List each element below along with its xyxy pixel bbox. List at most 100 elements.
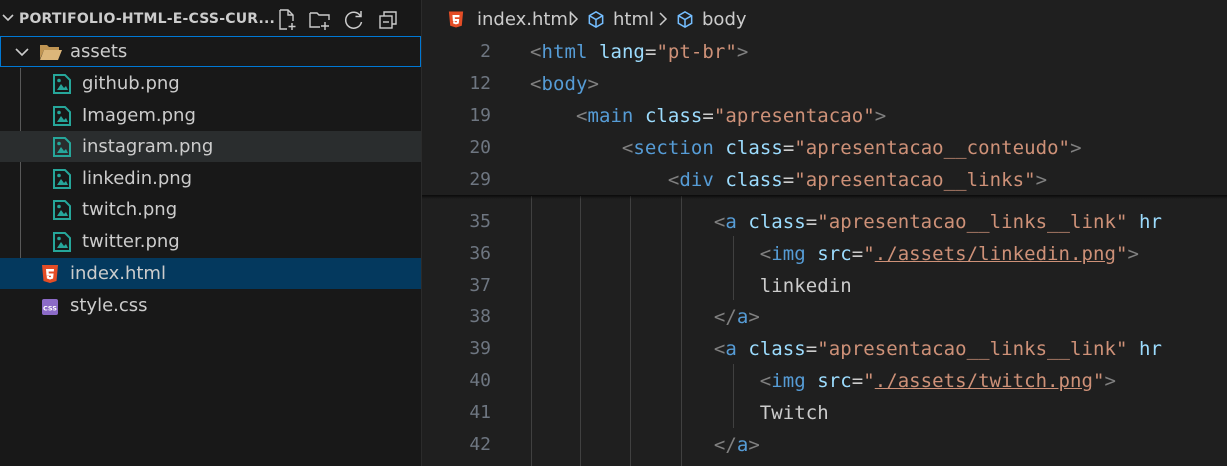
code-line[interactable]: 41 Twitch bbox=[422, 397, 1227, 429]
code-string: "apresentacao__links__link" bbox=[817, 338, 1128, 361]
code-attribute: src bbox=[817, 242, 852, 265]
new-folder-icon[interactable] bbox=[308, 8, 332, 32]
code-line[interactable]: 12 <body> bbox=[422, 68, 1227, 100]
tree-file-github[interactable]: github.png bbox=[0, 68, 421, 99]
code-string: "apresentacao__conteudo" bbox=[794, 137, 1071, 159]
code-line[interactable]: 2 <html lang="pt-br"> bbox=[422, 36, 1227, 68]
tree-file-style-css[interactable]: CSS style.css bbox=[0, 290, 421, 321]
code-content[interactable]: <body> bbox=[530, 73, 599, 95]
code-line[interactable]: 38 </a> bbox=[422, 301, 1227, 333]
tree-label: instagram.png bbox=[82, 136, 214, 157]
explorer-header[interactable]: PORTIFOLIO-HTML-E-CSS-CUR... bbox=[0, 5, 421, 35]
code-tag-name: body bbox=[541, 73, 588, 95]
refresh-icon[interactable] bbox=[342, 8, 366, 32]
code-content[interactable]: </a> bbox=[530, 434, 760, 456]
breadcrumb-body[interactable]: body bbox=[702, 9, 747, 30]
tree-file-instagram[interactable]: instagram.png bbox=[0, 131, 421, 162]
line-number: 19 bbox=[469, 105, 491, 126]
code-editor[interactable]: 35 <a class="apresentacao__links__link" … bbox=[422, 0, 1227, 466]
code-punctuation: < bbox=[759, 370, 772, 392]
image-file-icon bbox=[53, 169, 71, 189]
code-line[interactable]: 35 <a class="apresentacao__links__link" … bbox=[422, 206, 1227, 238]
code-punctuation: < bbox=[667, 169, 680, 191]
tree-label: assets bbox=[70, 41, 128, 62]
code-line[interactable]: 40 <img src="./assets/twitch.png"> bbox=[422, 365, 1227, 397]
code-line[interactable]: 29 <div class="apresentacao__links"> bbox=[422, 164, 1227, 196]
code-punctuation: < bbox=[575, 105, 588, 127]
code-operator: = bbox=[851, 242, 864, 265]
line-number: 35 bbox=[469, 211, 491, 232]
code-line[interactable]: 20 <section class="apresentacao__conteud… bbox=[422, 132, 1227, 164]
code-text: Twitch bbox=[759, 401, 829, 424]
breadcrumb-file[interactable]: index.html bbox=[477, 9, 573, 30]
sticky-scroll-header[interactable]: 2 <html lang="pt-br"> 12 <body> 19 <main cla… bbox=[422, 36, 1227, 196]
code-punctuation: > bbox=[1127, 242, 1139, 265]
code-link[interactable]: ./assets/linkedin.png bbox=[875, 243, 1116, 265]
code-operator: = bbox=[805, 211, 818, 233]
code-operator: = bbox=[782, 169, 795, 191]
line-number: 39 bbox=[469, 338, 491, 360]
chevron-right-icon bbox=[659, 12, 668, 26]
code-text: linkedin bbox=[759, 274, 852, 297]
code-attribute: class bbox=[644, 105, 703, 127]
code-string: "pt-br" bbox=[656, 41, 737, 63]
project-title[interactable]: PORTIFOLIO-HTML-E-CSS-CUR... bbox=[19, 11, 275, 27]
tree-file-linkedin[interactable]: linkedin.png bbox=[0, 163, 421, 194]
code-tag-name: a bbox=[736, 433, 749, 456]
code-link[interactable]: ./assets/twitch.png bbox=[875, 370, 1093, 392]
code-line[interactable]: 39 <a class="apresentacao__links__link" … bbox=[422, 333, 1227, 365]
tree-file-imagem[interactable]: Imagem.png bbox=[0, 100, 421, 131]
code-content[interactable]: <img src="./assets/twitch.png"> bbox=[530, 370, 1116, 392]
image-file-icon bbox=[53, 200, 71, 220]
tree-label: twitter.png bbox=[82, 231, 180, 252]
code-content[interactable]: </a> bbox=[530, 306, 760, 328]
code-line[interactable]: 37 linkedin bbox=[422, 270, 1227, 302]
code-punctuation: > bbox=[1104, 370, 1117, 392]
code-attribute: class bbox=[725, 137, 783, 159]
line-number: 37 bbox=[469, 274, 491, 296]
tree-file-index-html[interactable]: index.html bbox=[0, 258, 421, 289]
code-attribute: class bbox=[725, 169, 783, 191]
code-content[interactable]: <a class="apresentacao__links__link" hr bbox=[530, 338, 1162, 360]
code-content[interactable]: <img src="./assets/linkedin.png"> bbox=[530, 243, 1139, 265]
code-punctuation: > bbox=[587, 73, 599, 95]
code-punctuation: < bbox=[713, 211, 726, 233]
code-content[interactable]: <section class="apresentacao__conteudo"> bbox=[530, 137, 1082, 159]
code-string: "apresentacao" bbox=[713, 105, 875, 127]
code-tag-name: html bbox=[541, 41, 588, 63]
code-line[interactable]: 19 <main class="apresentacao"> bbox=[422, 100, 1227, 132]
new-file-icon[interactable] bbox=[275, 8, 299, 32]
code-content[interactable]: linkedin bbox=[530, 275, 852, 297]
chevron-down-icon[interactable] bbox=[2, 12, 14, 24]
code-line[interactable]: 36 <img src="./assets/linkedin.png"> bbox=[422, 238, 1227, 270]
code-content[interactable]: <div class="apresentacao__links"> bbox=[530, 169, 1047, 191]
code-content[interactable]: <main class="apresentacao"> bbox=[530, 105, 886, 127]
tree-file-twitter[interactable]: twitter.png bbox=[0, 226, 421, 257]
tree-folder-assets[interactable]: assets bbox=[0, 36, 421, 67]
code-content[interactable]: <a class="apresentacao__links__link" hr bbox=[530, 211, 1162, 233]
code-content[interactable]: <html lang="pt-br"> bbox=[530, 41, 748, 63]
code-tag-name: a bbox=[736, 306, 749, 329]
code-string: "apresentacao__links" bbox=[794, 169, 1036, 191]
code-punctuation: < bbox=[759, 242, 772, 265]
breadcrumb-html[interactable]: html bbox=[613, 9, 654, 30]
code-operator: = bbox=[644, 41, 657, 63]
code-tag-name: main bbox=[587, 105, 634, 127]
collapse-all-icon[interactable] bbox=[376, 8, 400, 32]
image-file-icon bbox=[53, 74, 71, 94]
code-content[interactable]: Twitch bbox=[530, 402, 829, 424]
code-line[interactable]: 42 </a> bbox=[422, 429, 1227, 461]
line-number: 20 bbox=[469, 137, 491, 158]
tree-file-twitch[interactable]: twitch.png bbox=[0, 194, 421, 225]
